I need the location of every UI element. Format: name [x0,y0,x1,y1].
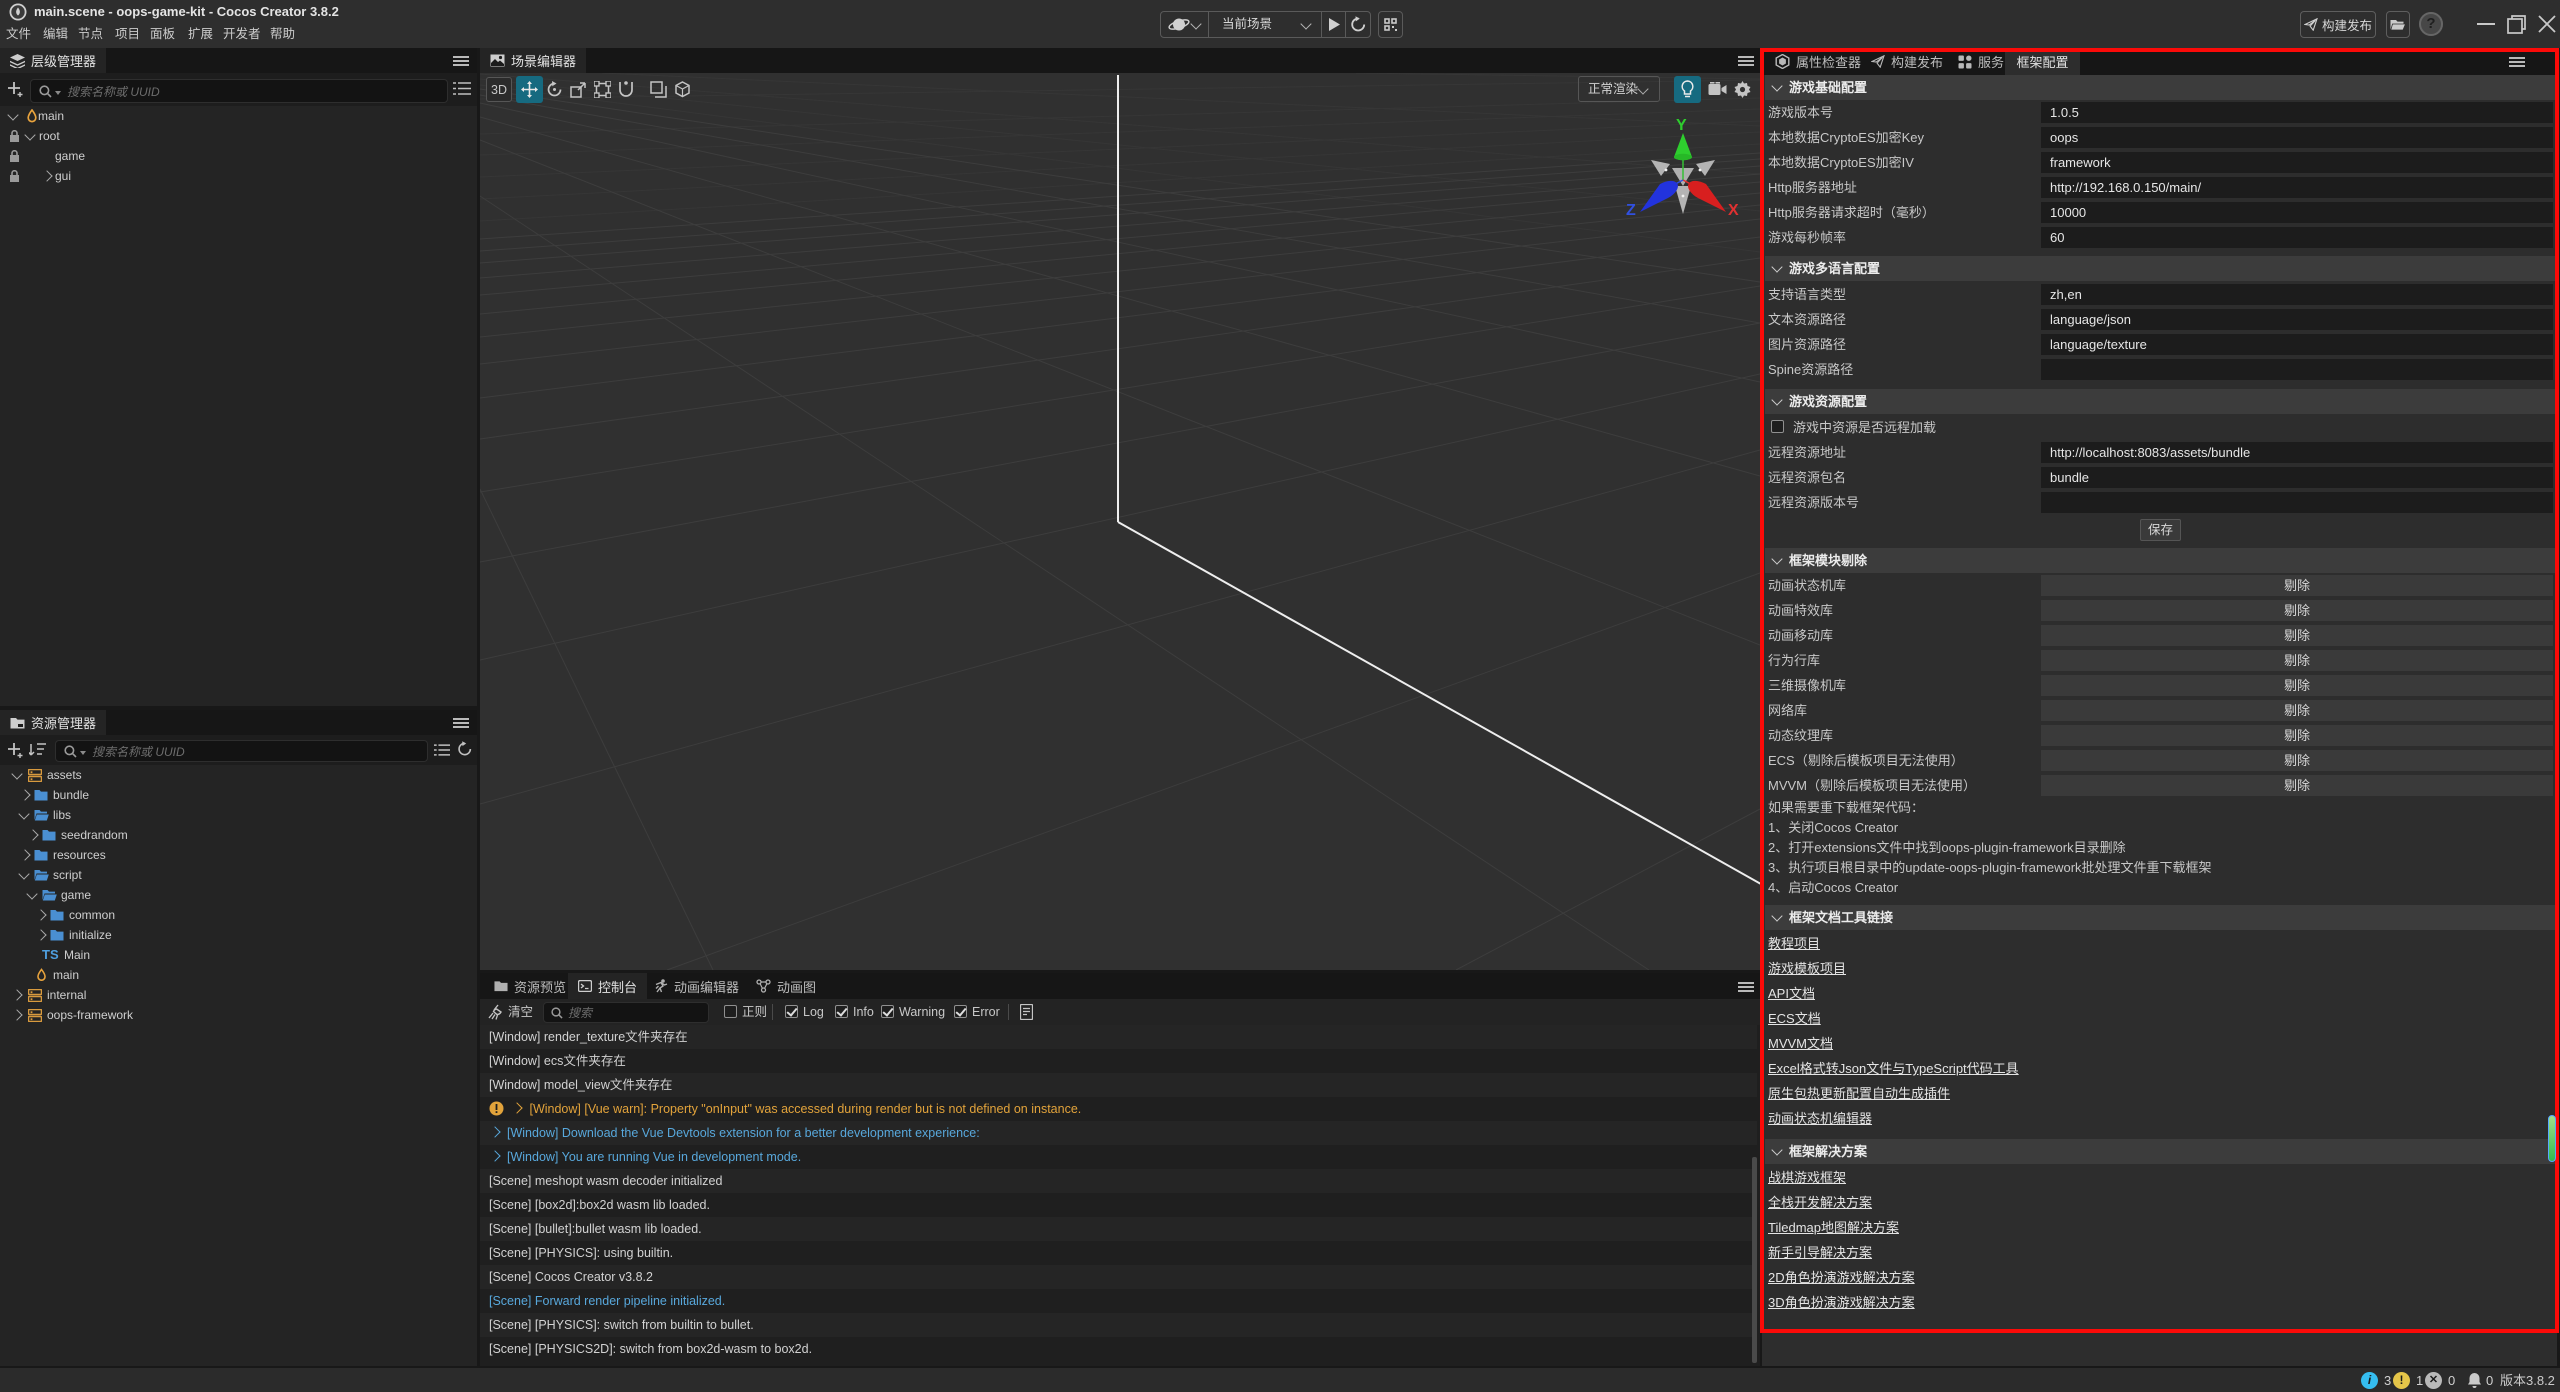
svg-text:X: X [1728,202,1739,219]
svg-text:Y: Y [1676,117,1687,134]
svg-text:Z: Z [1626,202,1636,219]
